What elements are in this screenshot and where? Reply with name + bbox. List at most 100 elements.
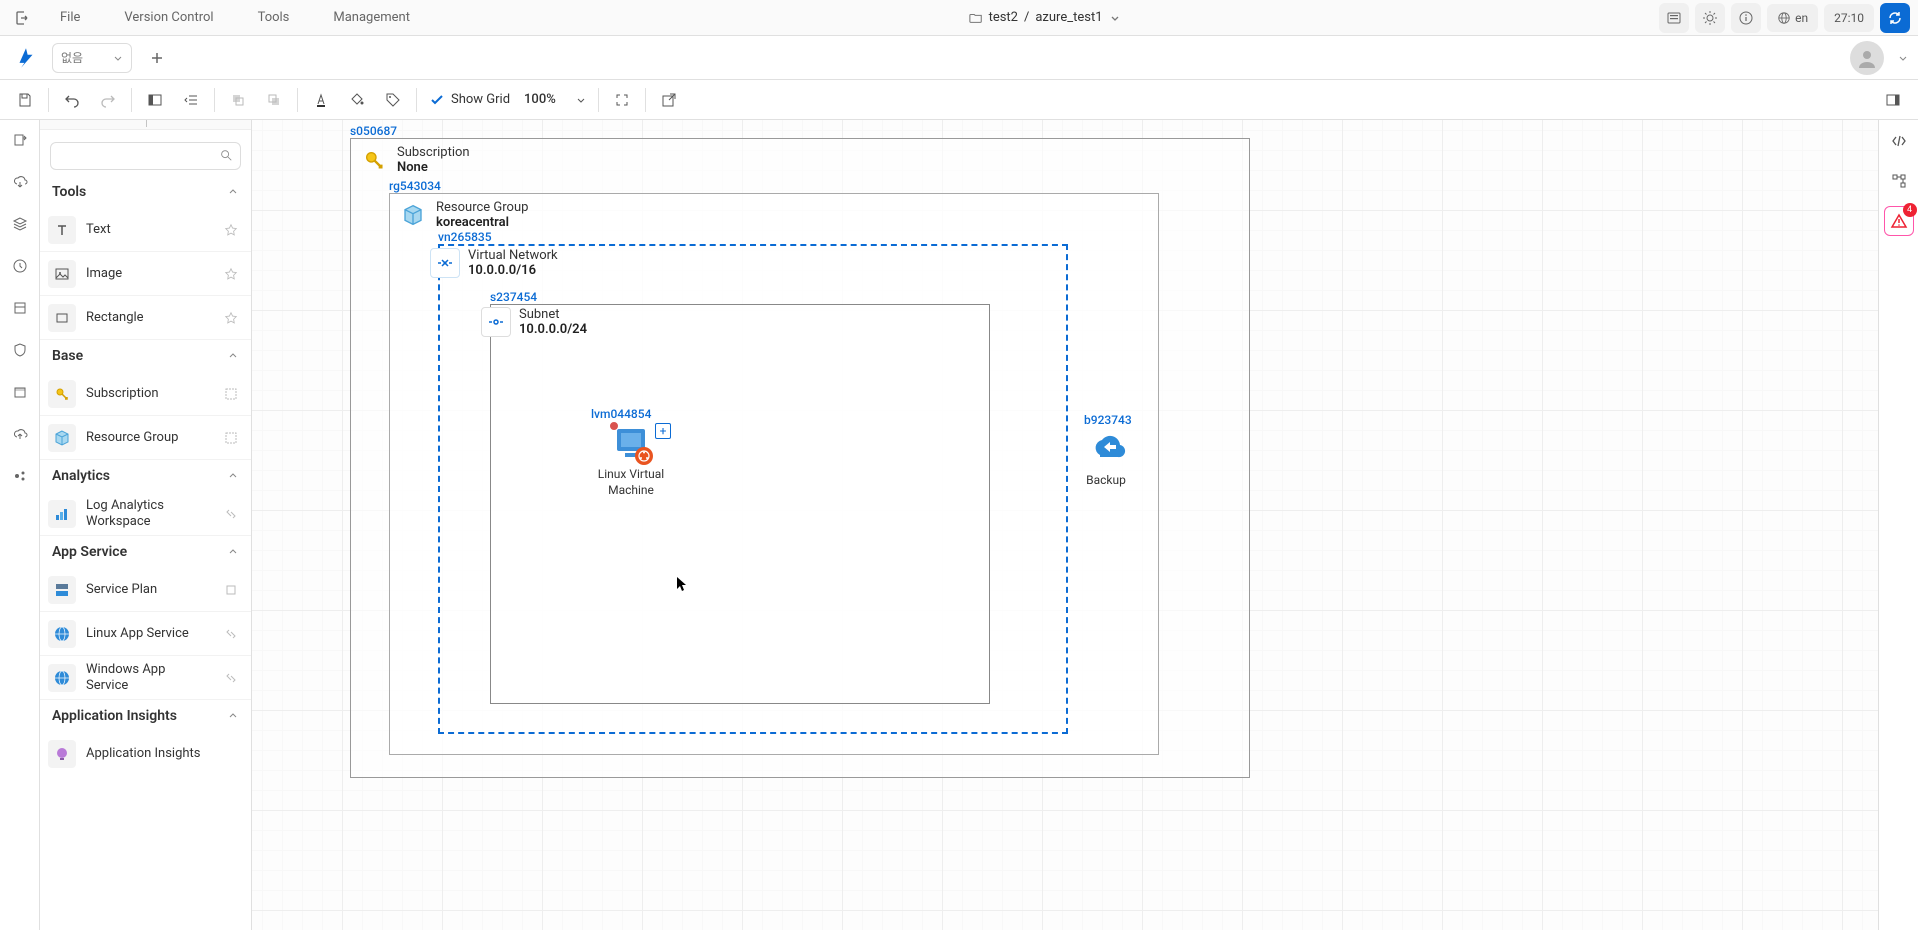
theme-icon[interactable] [1695, 3, 1725, 33]
subscription-container[interactable]: Subscription None rg543034 Resource Grou… [350, 138, 1250, 778]
warning-count-badge: 4 [1903, 203, 1917, 217]
resource-group-container[interactable]: Resource Group koreacentral vn265835 Vir… [389, 193, 1159, 755]
outdent-icon[interactable] [174, 83, 208, 117]
section-label: Base [52, 348, 83, 364]
subnet-icon [481, 307, 511, 337]
section-analytics[interactable]: Analytics [40, 460, 251, 492]
bring-front-icon[interactable] [221, 83, 255, 117]
link-icon[interactable] [219, 502, 243, 526]
breadcrumb[interactable]: test2 / azure_test1 [430, 10, 1659, 25]
tool-image[interactable]: Image [40, 252, 251, 296]
azure-logo-icon[interactable] [10, 42, 42, 74]
menu-version-control[interactable]: Version Control [104, 4, 233, 31]
save-icon[interactable] [8, 83, 42, 117]
link-icon[interactable] [219, 622, 243, 646]
backup-node[interactable]: Backup [1066, 429, 1146, 489]
star-icon[interactable] [219, 262, 243, 286]
search-input[interactable] [50, 142, 241, 170]
rg-id-label[interactable]: rg543034 [389, 179, 441, 193]
section-app-insights[interactable]: Application Insights [40, 700, 251, 732]
misc-icon[interactable] [6, 462, 34, 490]
code-icon[interactable] [1884, 126, 1914, 156]
vm-node[interactable]: + Linux Virtual Machine [591, 423, 671, 498]
tool-resource-group[interactable]: Resource Group [40, 416, 251, 460]
tree-icon[interactable] [1884, 166, 1914, 196]
zoom-control[interactable]: 100% [518, 92, 592, 107]
chevron-up-icon [227, 350, 239, 362]
undo-icon[interactable] [55, 83, 89, 117]
fullscreen-icon[interactable] [605, 83, 639, 117]
tool-linux-app[interactable]: Linux App Service [40, 612, 251, 656]
tool-label: Subscription [86, 386, 209, 402]
section-base[interactable]: Base [40, 340, 251, 372]
export-icon[interactable] [652, 83, 686, 117]
bulb-icon [48, 740, 76, 768]
tool-text[interactable]: Text [40, 208, 251, 252]
star-icon[interactable] [219, 306, 243, 330]
canvas[interactable]: s050687 Subscription None rg543034 Resou… [252, 120, 1878, 930]
tool-app-insights[interactable]: Application Insights [40, 732, 251, 776]
history-icon[interactable] [6, 252, 34, 280]
layers-icon[interactable] [6, 210, 34, 238]
chart-icon [48, 500, 76, 528]
vm-id-label[interactable]: lvm044854 [591, 407, 651, 421]
sidepanel-icon[interactable] [138, 83, 172, 117]
fill-color-icon[interactable] [340, 83, 374, 117]
subnet-header: Subnet 10.0.0.0/24 [473, 301, 989, 343]
rg-title: Resource Group [436, 200, 528, 215]
warnings-button[interactable]: 4 [1884, 206, 1914, 236]
right-rail: 4 [1878, 120, 1918, 930]
key-icon [48, 380, 76, 408]
language-selector[interactable]: en [1767, 4, 1818, 32]
backup-icon [1086, 429, 1126, 469]
text-color-icon[interactable] [304, 83, 338, 117]
shield-icon[interactable] [6, 336, 34, 364]
menu-tools[interactable]: Tools [238, 4, 310, 31]
tag-icon[interactable] [376, 83, 410, 117]
star-icon[interactable] [219, 218, 243, 242]
ubuntu-badge-icon [635, 447, 653, 465]
sync-button[interactable] [1880, 3, 1910, 33]
user-avatar[interactable] [1850, 41, 1884, 75]
show-grid-toggle[interactable]: Show Grid [423, 92, 516, 108]
menu-file[interactable]: File [40, 4, 100, 31]
time-display: 27:10 [1824, 4, 1874, 32]
group-icon[interactable] [219, 426, 243, 450]
add-button[interactable] [142, 43, 172, 73]
exit-icon[interactable] [8, 4, 36, 32]
group-icon[interactable] [219, 382, 243, 406]
text-icon [48, 216, 76, 244]
right-panel-toggle-icon[interactable] [1876, 83, 1910, 117]
search-icon[interactable] [219, 148, 233, 162]
redo-icon[interactable] [91, 83, 125, 117]
cloud-download-icon[interactable] [6, 168, 34, 196]
section-tools[interactable]: Tools [40, 176, 251, 208]
tool-rectangle[interactable]: Rectangle [40, 296, 251, 340]
add-connection-button[interactable]: + [655, 423, 671, 439]
tool-windows-app[interactable]: Windows App Service [40, 656, 251, 700]
panel-icon[interactable] [1659, 3, 1689, 33]
database-icon[interactable] [6, 294, 34, 322]
tool-log-analytics[interactable]: Log Analytics Workspace [40, 492, 251, 536]
vnet-container[interactable]: Virtual Network 10.0.0.0/16 s237454 Subn… [438, 244, 1068, 734]
send-back-icon[interactable] [257, 83, 291, 117]
share-icon[interactable] [6, 126, 34, 154]
menu-management[interactable]: Management [313, 4, 430, 31]
link-icon[interactable] [219, 666, 243, 690]
subscription-id-label[interactable]: s050687 [350, 124, 397, 138]
tool-label: Rectangle [86, 310, 209, 326]
section-app-service[interactable]: App Service [40, 536, 251, 568]
sidebar-drag-handle[interactable] [40, 120, 251, 130]
tool-service-plan[interactable]: Service Plan [40, 568, 251, 612]
package-icon[interactable] [6, 378, 34, 406]
subnet-container[interactable]: Subnet 10.0.0.0/24 lvm044854 [490, 304, 990, 704]
box-icon[interactable] [219, 578, 243, 602]
chevron-down-icon[interactable] [1109, 12, 1121, 24]
cloud-upload-icon[interactable] [6, 420, 34, 448]
subscription-title: Subscription [397, 145, 470, 160]
info-icon[interactable] [1731, 3, 1761, 33]
chevron-down-icon[interactable] [1898, 53, 1908, 63]
variant-dropdown[interactable]: 없음 [52, 43, 132, 73]
tool-subscription[interactable]: Subscription [40, 372, 251, 416]
backup-id-label[interactable]: b923743 [1084, 413, 1132, 427]
